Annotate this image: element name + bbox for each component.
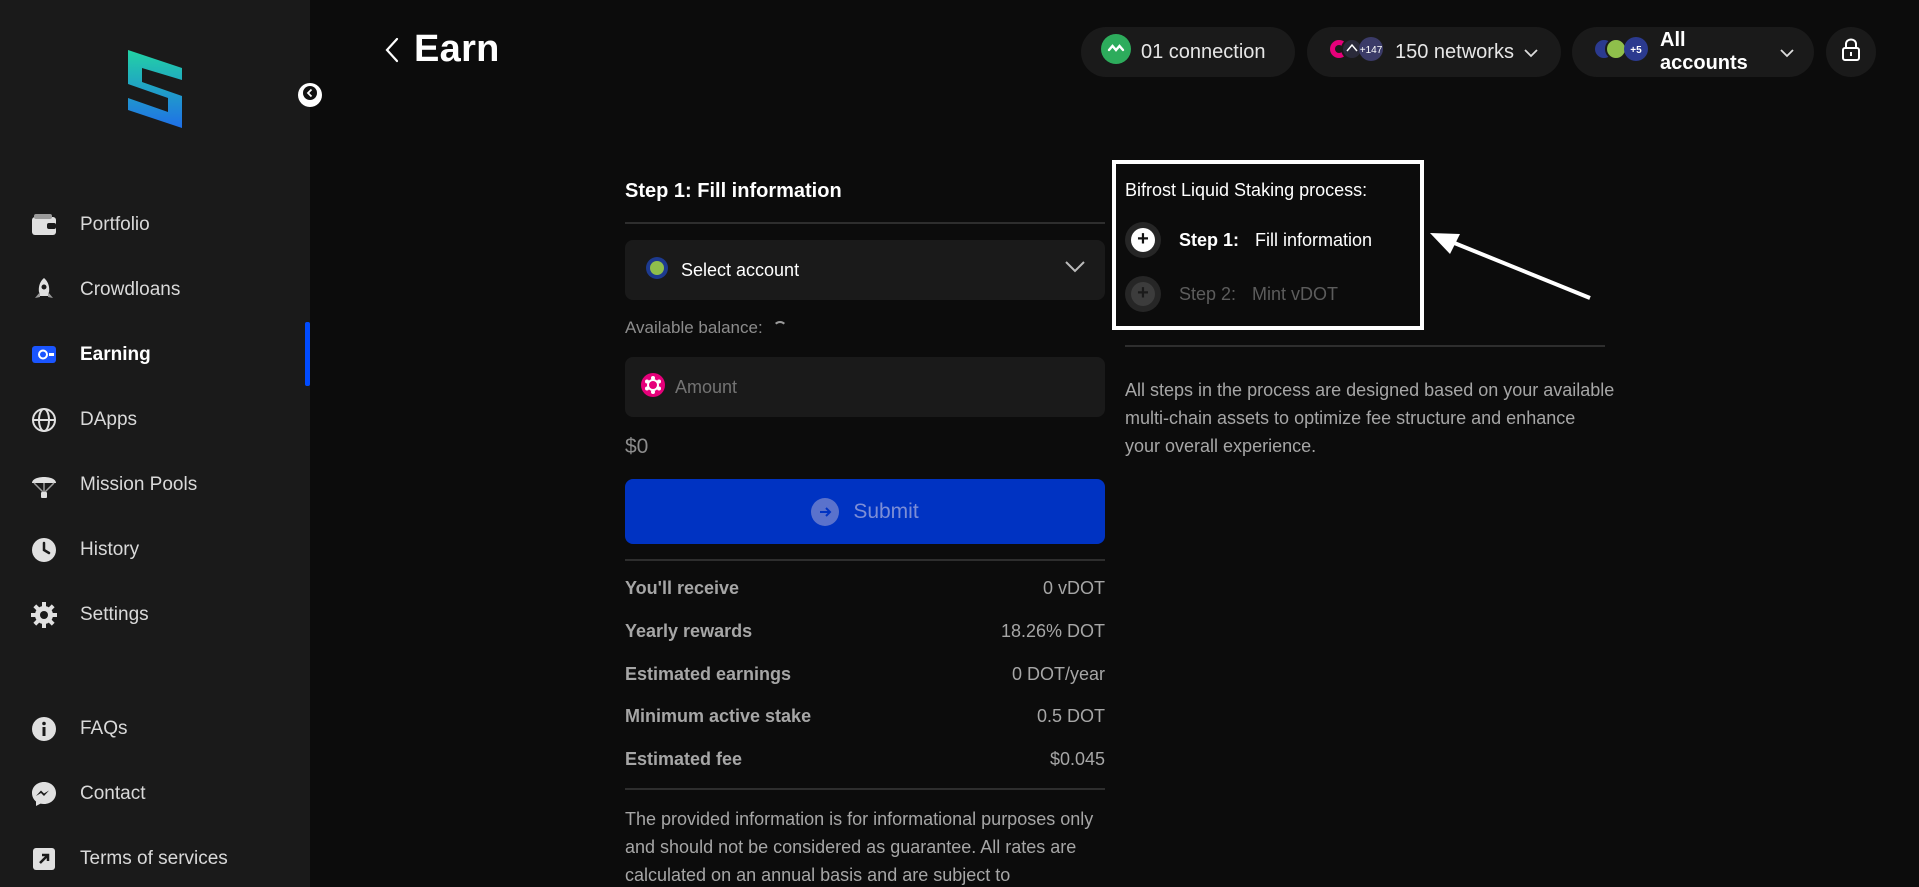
svg-text:+147: +147 — [1360, 45, 1383, 56]
sidebar-item-portfolio[interactable]: Portfolio — [30, 205, 310, 245]
amount-field[interactable] — [625, 357, 1105, 417]
detail-row-receive: You'll receive 0 vDOT — [625, 578, 1105, 599]
network-logos-icon: +147 — [1327, 34, 1385, 70]
chevron-down-icon — [1065, 260, 1085, 278]
rocket-icon — [30, 276, 58, 304]
select-account-label: Select account — [681, 259, 800, 280]
earning-icon — [30, 341, 58, 369]
svg-text:+5: +5 — [1630, 45, 1642, 56]
page-title: Earn — [414, 28, 500, 70]
connection-label: 01 connection — [1141, 40, 1266, 63]
polkadot-icon — [641, 372, 665, 402]
chevron-down-icon — [1780, 41, 1794, 64]
detail-row-minimum-stake: Minimum active stake 0.5 DOT — [625, 706, 1105, 727]
step-name: Mint vDOT — [1252, 283, 1339, 304]
sidebar-item-label: Portfolio — [80, 214, 150, 235]
arrow-left-icon — [303, 85, 317, 105]
sidebar-item-dapps[interactable]: DApps — [30, 400, 310, 440]
process-step-1: + Step 1: Fill information — [1125, 222, 1372, 258]
gear-icon — [30, 601, 58, 629]
process-title: Bifrost Liquid Staking process: — [1125, 180, 1368, 200]
process-description: All steps in the process are designed ba… — [1125, 380, 1615, 456]
loading-spinner-icon — [772, 321, 787, 335]
plus-circle-icon: + — [1125, 276, 1161, 312]
parachute-icon — [30, 471, 58, 499]
detail-row-estimated-earnings: Estimated earnings 0 DOT/year — [625, 664, 1105, 685]
globe-icon — [30, 406, 58, 434]
detail-label: Estimated earnings — [625, 664, 792, 684]
networks-selector[interactable]: +147 150 networks — [1307, 27, 1561, 77]
lock-wallet-button[interactable] — [1826, 27, 1876, 77]
info-icon — [30, 715, 58, 743]
submit-label: Submit — [853, 499, 919, 523]
sidebar-item-label: Crowdloans — [80, 279, 181, 300]
detail-value: 0 vDOT — [1042, 578, 1105, 598]
step-number: Step 2: — [1179, 283, 1237, 304]
sidebar-item-label: DApps — [80, 409, 138, 430]
divider — [1125, 345, 1605, 347]
sidebar: Portfolio Crowdloans Earning DApps Missi… — [0, 0, 310, 887]
accounts-label: All accounts — [1660, 29, 1748, 74]
clock-icon — [30, 536, 58, 564]
active-indicator — [305, 322, 310, 386]
wallet-icon — [30, 211, 58, 239]
detail-label: You'll receive — [625, 578, 740, 598]
sidebar-item-crowdloans[interactable]: Crowdloans — [30, 270, 310, 310]
chevron-down-icon — [1524, 41, 1538, 64]
detail-value: 0.5 DOT — [1036, 706, 1105, 726]
external-link-icon — [30, 845, 58, 873]
available-balance: Available balance: — [625, 318, 787, 338]
subwallet-logo — [124, 46, 186, 132]
amount-input[interactable] — [675, 376, 1075, 398]
sidebar-item-label: Earning — [80, 344, 151, 365]
connection-button[interactable]: 01 connection — [1081, 27, 1295, 77]
detail-label: Minimum active stake — [625, 706, 812, 726]
sidebar-item-settings[interactable]: Settings — [30, 595, 310, 635]
sidebar-item-label: Mission Pools — [80, 474, 198, 495]
sidebar-item-label: Contact — [80, 783, 146, 804]
messenger-icon — [30, 780, 58, 808]
detail-row-estimated-fee: Estimated fee $0.045 — [625, 749, 1105, 770]
collapse-sidebar-button[interactable] — [298, 83, 322, 107]
sidebar-item-label: History — [80, 539, 140, 560]
account-avatar-icon — [645, 256, 669, 285]
sidebar-item-contact[interactable]: Contact — [30, 774, 310, 814]
sidebar-item-terms[interactable]: Terms of services — [30, 839, 310, 879]
step-number: Step 1: — [1179, 229, 1240, 250]
sidebar-item-history[interactable]: History — [30, 530, 310, 570]
sidebar-item-label: Terms of services — [80, 848, 228, 869]
chevron-left-icon — [384, 37, 400, 68]
detail-value: $0.045 — [1049, 749, 1105, 769]
sidebar-item-faqs[interactable]: FAQs — [30, 709, 310, 749]
divider — [625, 222, 1105, 224]
arrow-right-circle-icon — [811, 497, 840, 526]
detail-row-yearly-rewards: Yearly rewards 18.26% DOT — [625, 621, 1105, 642]
sidebar-item-label: FAQs — [80, 718, 128, 739]
annotation-arrow-icon — [1430, 233, 1591, 300]
detail-value: 18.26% DOT — [1000, 621, 1105, 641]
connection-icon — [1101, 34, 1131, 70]
available-balance-label: Available balance: — [625, 318, 763, 337]
detail-label: Estimated fee — [625, 749, 743, 769]
step-name: Fill information — [1255, 229, 1373, 250]
plus-circle-icon: + — [1125, 222, 1161, 258]
usd-value: $0 — [625, 435, 649, 458]
detail-label: Yearly rewards — [625, 621, 753, 641]
divider — [625, 788, 1105, 790]
step-heading: Step 1: Fill information — [625, 180, 842, 202]
lock-icon — [1841, 37, 1861, 67]
disclaimer-text: The provided information is for informat… — [625, 809, 1094, 885]
networks-label: 150 networks — [1395, 40, 1514, 63]
detail-value: 0 DOT/year — [1011, 664, 1105, 684]
process-step-2: + Step 2: Mint vDOT — [1125, 276, 1338, 312]
submit-button[interactable]: Submit — [625, 479, 1105, 544]
sidebar-item-label: Settings — [80, 604, 149, 625]
select-account-dropdown[interactable]: Select account — [625, 240, 1105, 300]
sidebar-item-mission-pools[interactable]: Mission Pools — [30, 465, 310, 505]
divider — [625, 559, 1105, 561]
accounts-selector[interactable]: +5 All accounts — [1572, 27, 1814, 77]
back-button[interactable] — [380, 36, 404, 68]
sidebar-item-earning[interactable]: Earning — [30, 335, 310, 375]
account-avatars-icon: +5 — [1592, 34, 1650, 70]
